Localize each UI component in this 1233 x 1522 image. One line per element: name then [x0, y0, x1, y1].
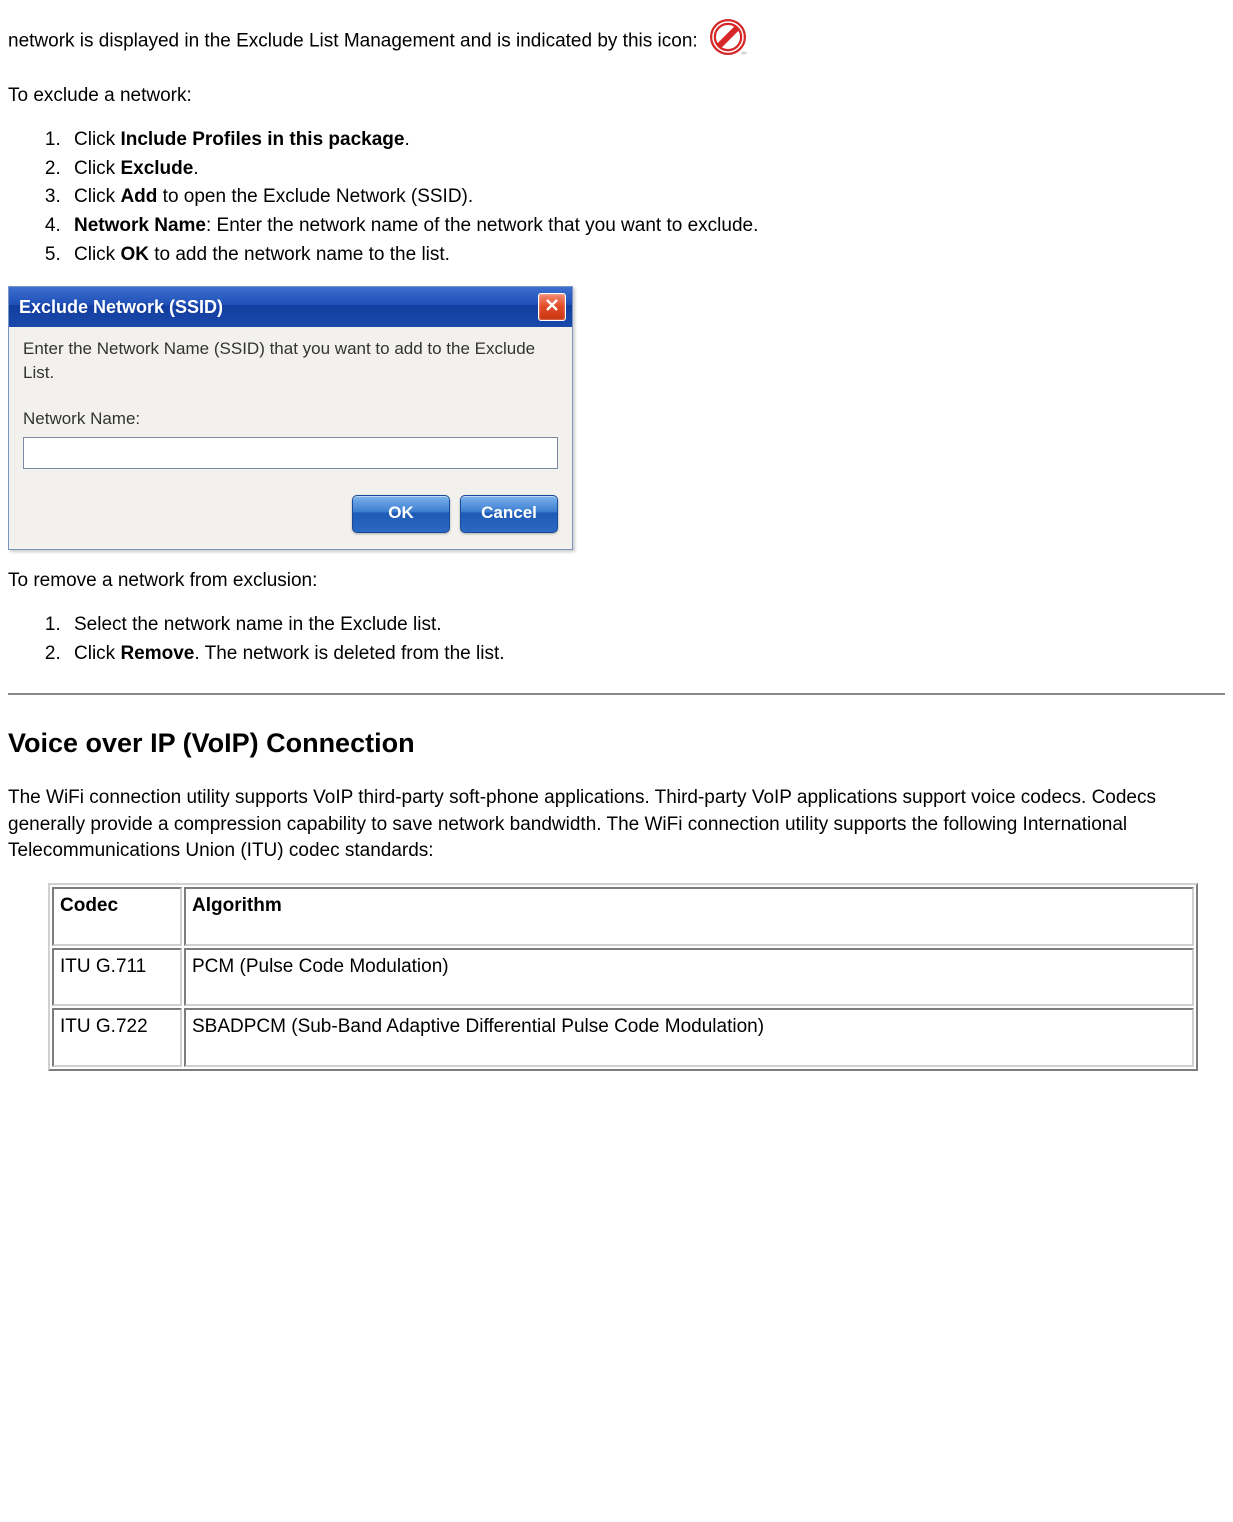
dialog-instruction: Enter the Network Name (SSID) that you w…	[23, 337, 558, 385]
remove-steps-list: Select the network name in the Exclude l…	[8, 612, 1225, 667]
network-name-label: Network Name:	[23, 407, 558, 431]
voip-paragraph: The WiFi connection utility supports VoI…	[8, 785, 1225, 865]
remove-step-1: Select the network name in the Exclude l…	[66, 612, 1225, 639]
codec-cell: ITU G.722	[52, 1008, 182, 1067]
dialog-body: Enter the Network Name (SSID) that you w…	[9, 327, 572, 548]
algorithm-cell: SBADPCM (Sub-Band Adaptive Differential …	[184, 1008, 1194, 1067]
intro-paragraph: network is displayed in the Exclude List…	[8, 18, 1225, 65]
exclude-step-2: Click Exclude.	[66, 156, 1225, 183]
exclude-step-5: Click OK to add the network name to the …	[66, 242, 1225, 269]
dialog-button-row: OK Cancel	[23, 495, 558, 533]
remove-heading: To remove a network from exclusion:	[8, 568, 1225, 595]
algorithm-cell: PCM (Pulse Code Modulation)	[184, 948, 1194, 1007]
table-row: ITU G.711 PCM (Pulse Code Modulation)	[52, 948, 1194, 1007]
codec-cell: ITU G.711	[52, 948, 182, 1007]
exclude-step-4: Network Name: Enter the network name of …	[66, 213, 1225, 240]
dialog-titlebar[interactable]: Exclude Network (SSID)	[9, 287, 572, 327]
exclude-heading: To exclude a network:	[8, 83, 1225, 110]
network-name-input[interactable]	[23, 437, 558, 469]
no-entry-icon	[709, 18, 747, 65]
cancel-button[interactable]: Cancel	[460, 495, 558, 533]
remove-step-2: Click Remove. The network is deleted fro…	[66, 641, 1225, 668]
exclude-network-dialog: Exclude Network (SSID) Enter the Network…	[8, 286, 573, 549]
close-button[interactable]	[538, 293, 566, 321]
codec-table: Codec Algorithm ITU G.711 PCM (Pulse Cod…	[48, 883, 1198, 1071]
ok-button[interactable]: OK	[352, 495, 450, 533]
dialog-title: Exclude Network (SSID)	[19, 295, 223, 320]
codec-header: Codec	[52, 887, 182, 946]
table-row: ITU G.722 SBADPCM (Sub-Band Adaptive Dif…	[52, 1008, 1194, 1067]
exclude-step-3: Click Add to open the Exclude Network (S…	[66, 184, 1225, 211]
exclude-step-1: Click Include Profiles in this package.	[66, 127, 1225, 154]
section-divider	[8, 693, 1225, 695]
voip-heading: Voice over IP (VoIP) Connection	[8, 725, 1225, 763]
close-icon	[545, 295, 559, 319]
algorithm-header: Algorithm	[184, 887, 1194, 946]
exclude-steps-list: Click Include Profiles in this package. …	[8, 127, 1225, 268]
table-header-row: Codec Algorithm	[52, 887, 1194, 946]
intro-text: network is displayed in the Exclude List…	[8, 30, 698, 51]
